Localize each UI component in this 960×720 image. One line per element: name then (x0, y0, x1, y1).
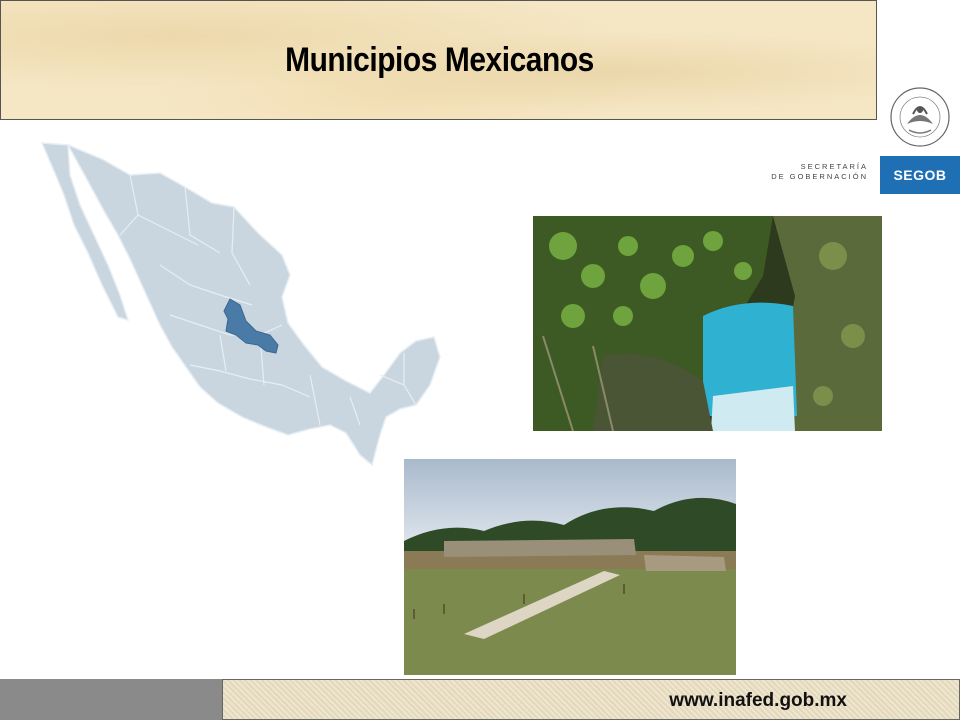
title-bar: Municipios Mexicanos (0, 0, 877, 120)
archaeological-site-photo (404, 459, 736, 675)
segob-seal (880, 78, 960, 156)
agency-line-2: DE GOBERNACIÓN (771, 172, 868, 181)
waterfall-photo (533, 216, 882, 431)
footer-url-link[interactable]: www.inafed.gob.mx (669, 690, 847, 712)
agency-name: SECRETARÍA DE GOBERNACIÓN (740, 162, 868, 182)
national-seal-icon (890, 87, 950, 147)
footer-bar: www.inafed.gob.mx (222, 679, 960, 720)
footer-left-block (0, 679, 222, 720)
segob-badge: SEGOB (880, 156, 960, 194)
mexico-map (40, 142, 441, 467)
agency-line-1: SECRETARÍA (800, 162, 868, 171)
page-title: Municipios Mexicanos (285, 41, 594, 79)
